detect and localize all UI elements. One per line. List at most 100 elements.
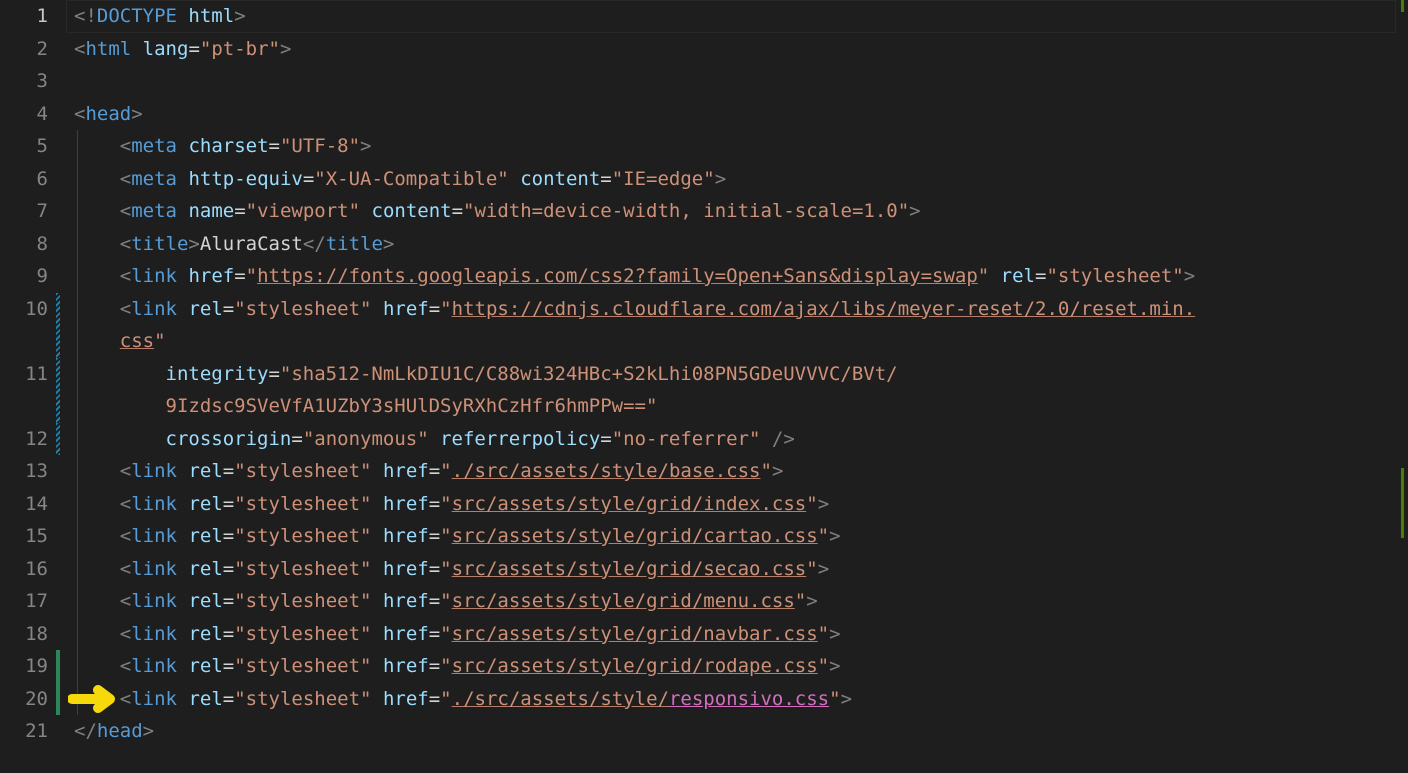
code-line[interactable]: crossorigin="anonymous" referrerpolicy="… [66, 423, 1408, 456]
token-bracket: > [806, 590, 817, 612]
token-text [372, 525, 383, 547]
line-number: 1 [0, 0, 48, 33]
token-attr: href [383, 623, 429, 645]
token-doctype: DOCTYPE [97, 5, 189, 27]
token-strplain: "anonymous" [303, 428, 429, 450]
token-bracket: > [1184, 265, 1195, 287]
token-tag: head [97, 720, 143, 742]
code-line[interactable]: <head> [66, 98, 1408, 131]
code-line[interactable]: <link rel="stylesheet" href="./src/asset… [66, 455, 1408, 488]
token-bracket: < [120, 135, 131, 157]
token-strplain: " [829, 688, 840, 710]
token-text [177, 525, 188, 547]
token-text [372, 460, 383, 482]
token-text [177, 590, 188, 612]
code-line[interactable]: css" [66, 325, 1408, 358]
token-bracket: > [280, 38, 291, 60]
token-attr: href [383, 655, 429, 677]
scroll-change-marker[interactable] [1401, 0, 1404, 12]
code-area[interactable]: <!DOCTYPE html><html lang="pt-br"><head>… [66, 0, 1408, 773]
token-attr: referrerpolicy [440, 428, 600, 450]
code-line[interactable]: <html lang="pt-br"> [66, 33, 1408, 66]
token-punct: = [429, 298, 440, 320]
token-text [372, 298, 383, 320]
diff-modified-marker[interactable] [56, 423, 60, 456]
code-line[interactable] [66, 65, 1408, 98]
token-tag: link [131, 558, 177, 580]
token-bracket: < [120, 558, 131, 580]
code-line[interactable]: <link rel="stylesheet" href="src/assets/… [66, 553, 1408, 586]
code-line[interactable]: </head> [66, 715, 1408, 748]
token-strplain: " [795, 590, 806, 612]
token-strplain: "stylesheet" [234, 655, 371, 677]
code-line[interactable]: <link rel="stylesheet" href="src/assets/… [66, 618, 1408, 651]
token-tag: meta [131, 135, 177, 157]
token-punct: = [452, 200, 463, 222]
line-number: 4 [0, 98, 48, 131]
token-text [177, 688, 188, 710]
token-text [360, 200, 371, 222]
token-strplain: " [806, 558, 817, 580]
diff-added-marker[interactable] [56, 650, 60, 683]
diff-modified-marker[interactable] [56, 358, 60, 423]
token-strplain: " [440, 558, 451, 580]
token-tag: link [131, 623, 177, 645]
code-line[interactable]: <!DOCTYPE html> [66, 0, 1408, 33]
code-line[interactable]: <meta http-equiv="X-UA-Compatible" conte… [66, 163, 1408, 196]
scroll-change-marker[interactable] [1401, 468, 1404, 538]
token-attr: rel [188, 460, 222, 482]
code-line[interactable]: <link rel="stylesheet" href="src/assets/… [66, 488, 1408, 521]
token-attr: html [188, 5, 234, 27]
token-str: https://cdnjs.cloudflare.com/ajax/libs/m… [452, 298, 1196, 320]
line-number: 17 [0, 585, 48, 618]
token-text [429, 428, 440, 450]
token-attr: http-equiv [188, 168, 302, 190]
token-text [131, 38, 142, 60]
token-strplain: " [440, 688, 451, 710]
code-line[interactable]: <meta name="viewport" content="width=dev… [66, 195, 1408, 228]
token-tag: html [85, 38, 131, 60]
token-bracket: </ [74, 720, 97, 742]
token-punct: = [429, 558, 440, 580]
code-line[interactable]: <link rel="stylesheet" href="src/assets/… [66, 585, 1408, 618]
token-str: ./src/assets/style/base.css [452, 460, 761, 482]
token-tag: link [131, 655, 177, 677]
code-line[interactable]: 9Izdsc9SVeVfA1UZbY3sHUlDSyRXhCzHfr6hmPPw… [66, 390, 1408, 423]
token-punct: = [429, 623, 440, 645]
token-strplain: "pt-br" [200, 38, 280, 60]
token-punct: = [234, 200, 245, 222]
token-attr: rel [188, 688, 222, 710]
code-line[interactable]: <link rel="stylesheet" href="src/assets/… [66, 650, 1408, 683]
token-tag: meta [131, 200, 177, 222]
diff-added-marker[interactable] [56, 683, 60, 716]
token-strplain: "stylesheet" [234, 525, 371, 547]
code-line[interactable]: <link rel="stylesheet" href="src/assets/… [66, 520, 1408, 553]
token-strplain: " [818, 623, 829, 645]
token-text [372, 590, 383, 612]
code-line[interactable]: <link rel="stylesheet" href="./src/asset… [66, 683, 1408, 716]
line-number: 18 [0, 618, 48, 651]
code-line[interactable]: <title>AluraCast</title> [66, 228, 1408, 261]
token-bracket: > [818, 558, 829, 580]
line-number: 7 [0, 195, 48, 228]
token-bracket: > [841, 688, 852, 710]
token-str: src/assets/style/grid/index.css [452, 493, 807, 515]
diff-modified-marker[interactable] [56, 293, 60, 358]
code-line[interactable]: <meta charset="UTF-8"> [66, 130, 1408, 163]
token-bracket: > [234, 5, 245, 27]
token-punct: = [429, 688, 440, 710]
code-editor[interactable]: 123456789101112131415161718192021 <!DOCT… [0, 0, 1408, 773]
code-line[interactable]: <link rel="stylesheet" href="https://cdn… [66, 293, 1408, 326]
code-line[interactable]: integrity="sha512-NmLkDIU1C/C88wi324HBc+… [66, 358, 1408, 391]
token-attr: integrity [166, 363, 269, 385]
token-bracket: < [120, 688, 131, 710]
token-attr: crossorigin [166, 428, 292, 450]
scrollbar[interactable] [1396, 0, 1408, 773]
code-line[interactable]: <link href="https://fonts.googleapis.com… [66, 260, 1408, 293]
token-strplain: "no-referrer" [612, 428, 761, 450]
token-punct: = [291, 428, 302, 450]
token-strplain: " [818, 525, 829, 547]
token-strplain: " [440, 655, 451, 677]
token-text [372, 623, 383, 645]
token-bracket: > [383, 233, 394, 255]
